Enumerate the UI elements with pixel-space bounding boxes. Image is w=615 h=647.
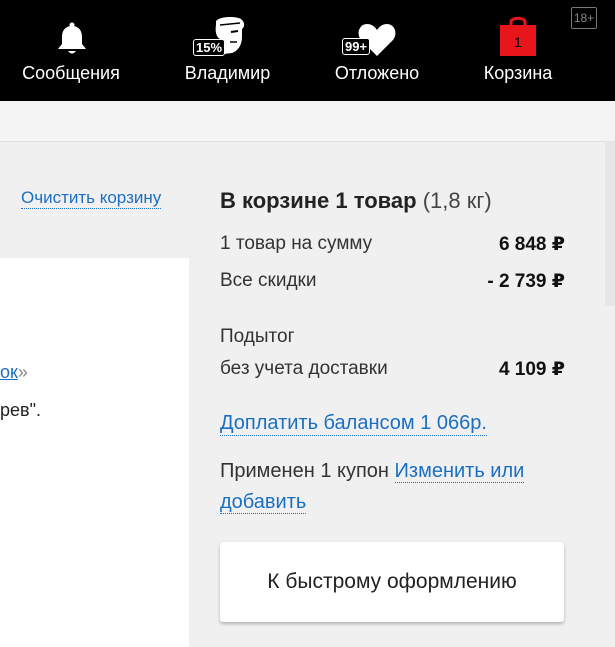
scrollbar-track[interactable] [605,141,615,306]
clear-cart-link[interactable]: Очистить корзину [21,188,162,209]
quote-mark: » [17,362,28,382]
coupon-applied-text: Применен 1 купон [220,460,389,482]
discount-badge: 15% [193,39,226,56]
cart-weight: (1,8 кг) [422,188,492,213]
nav-favorites[interactable]: 99+ Отложено [317,0,437,101]
nav-profile[interactable]: 15% Владимир [165,0,290,101]
cart-count-title: В корзине 1 товар [220,188,417,213]
nav-favorites-label: Отложено [334,63,420,83]
cart-count: 1 [514,34,522,50]
favorites-count-badge: 99+ [342,38,371,55]
nav-cart-label: Корзина [483,63,553,83]
pay-with-balance-link[interactable]: Доплатить балансом 1 066р. [220,412,487,436]
subtotal-value: 4 109 ₽ [498,359,565,380]
nav-cart[interactable]: 1 Корзина [458,0,578,101]
items-total-value: 6 848 ₽ [498,234,565,255]
nav-profile-label: Владимир [184,63,271,83]
item-description-fragment: ок» [0,362,28,383]
top-navigation-bar: Сообщения 15% Владимир 99+ Отложено 1 Ко… [0,0,615,101]
secondary-bar [0,101,615,142]
shopping-bag-icon: 1 [500,16,536,56]
item-text-fragment: рев". [0,400,41,420]
nav-messages-label: Сообщения [22,63,120,83]
cart-items-panel [0,258,189,647]
bell-icon [58,22,86,54]
discounts-value: - 2 739 ₽ [487,271,565,292]
items-total-label: 1 товар на сумму [220,233,373,254]
discounts-label: Все скидки [220,270,317,291]
quick-checkout-button[interactable]: К быстрому оформлению [220,542,564,622]
coupon-info: Применен 1 купон Изменить или добавить [220,456,575,518]
age-rating-badge: 18+ [571,7,597,29]
nav-messages[interactable]: Сообщения [7,0,135,101]
item-link-fragment[interactable]: ок [0,362,18,382]
subtotal-label: Подытог [220,326,295,347]
subtotal-sublabel: без учета доставки [220,358,388,379]
cart-summary-title: В корзине 1 товар (1,8 кг) [220,188,492,214]
